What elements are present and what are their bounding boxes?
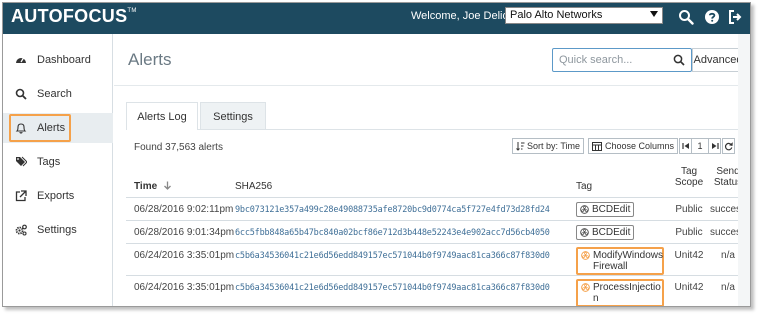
sha256-link[interactable]: c5b6a34536041c21e6d56edd849157ec571044b0… [235,283,550,293]
tab-label: Settings [213,110,253,123]
dashboard-icon [16,57,26,63]
sidebar-item-label: Dashboard [37,54,91,66]
sidebar-item-dashboard[interactable]: Dashboard [3,45,113,75]
organization-select[interactable]: Palo Alto Networks [505,7,663,24]
column-header-sha256[interactable]: SHA256 [235,181,272,192]
tag-scope: Unit42 [674,282,704,293]
refresh-button[interactable] [722,138,735,154]
search-icon [15,88,27,100]
tag-badge[interactable]: ProcessInjectio n [576,279,664,306]
sidebar-item-exports[interactable]: Exports [3,181,113,211]
page-title: Alerts [128,50,172,69]
choose-columns-button[interactable]: Choose Columns [588,138,679,154]
help-icon[interactable] [704,9,720,25]
sidebar-item-alerts[interactable]: Alerts [3,113,113,143]
tag-label: n [593,293,599,304]
alert-time: 06/28/2016 9:02:11pm [134,204,234,215]
sidebar-item-label: Tags [37,156,61,168]
alert-time: 06/24/2016 3:35:01pm [134,282,235,293]
tag-label: BCDEdit [592,227,631,238]
logout-icon[interactable] [727,9,743,25]
alert-time: 06/28/2016 9:01:34pm [134,227,235,238]
caret-down-icon [650,11,658,17]
column-header-tag-scope[interactable]: Tag Scope [669,166,709,188]
biohazard-icon [580,205,589,214]
arrow-down-icon [163,181,171,190]
table-row[interactable]: 06/28/2016 9:01:34pm 6cc5fbb848a65b47bc8… [126,220,750,243]
search-icon[interactable] [673,54,685,66]
top-bar: AUTOFOCUSTM Welcome, Joe Delio Palo Alto… [3,3,750,34]
sha256-link[interactable]: c5b6a34536041c21e6d56edd849157ec571044b0… [235,251,550,261]
search-icon[interactable] [678,9,694,25]
sort-button[interactable]: Sort by: Time [512,138,585,154]
refresh-icon [724,141,733,150]
sidebar-item-label: Exports [37,190,75,202]
organization-select-value: Palo Alto Networks [510,9,603,21]
tag-label: ModifyWindows [593,250,664,261]
advanced-button[interactable]: Advanced [692,48,744,72]
scrollbar[interactable] [738,34,750,306]
biohazard-icon [580,228,589,237]
first-page-icon [681,143,689,149]
tags-icon [16,156,27,167]
alert-time: 06/24/2016 3:35:01pm [134,250,235,261]
column-header-time[interactable]: Time [134,181,172,192]
sidebar: Dashboard Search Alerts Tags Exports Set… [3,34,113,306]
column-header-tag-scope-line: Scope [674,177,704,188]
sidebar-item-settings[interactable]: Settings [3,215,113,245]
sort-icon [516,142,525,151]
bell-icon [15,123,27,134]
cogs-icon [15,224,27,236]
tag-scope: Unit42 [674,250,704,261]
tab-divider [126,129,750,130]
choose-columns-label: Choose Columns [605,141,675,151]
external-link-icon [15,190,27,202]
tag-scope: Public [675,204,703,215]
tag-badge[interactable]: BCDEdit [576,225,635,240]
last-page-icon [711,143,719,149]
results-count: Found 37,563 alerts [134,142,223,153]
sidebar-item-label: Search [37,88,72,100]
column-header-tag-scope-line: Tag [680,166,698,177]
table-row[interactable]: 06/24/2016 3:35:01pm c5b6a34536041c21e6d… [126,275,750,306]
tag-label: ProcessInjectio [593,282,661,293]
table-row[interactable]: 06/24/2016 3:35:01pm c5b6a34536041c21e6d… [126,243,750,275]
tag-label: Firewall [593,261,628,272]
columns-icon [592,141,602,151]
tab-settings[interactable]: Settings [200,102,266,130]
tag-badge[interactable]: BCDEdit [576,202,635,217]
last-page-button[interactable] [708,138,721,154]
tab-alerts-log[interactable]: Alerts Log [126,102,198,130]
tag-label: BCDEdit [592,204,631,215]
column-header-time-label: Time [134,181,158,192]
tag-scope: Public [675,227,703,238]
sidebar-item-label: Settings [37,224,77,236]
main-content: Alerts Advanced Alerts Log Settings Foun… [114,34,750,306]
quick-search[interactable] [552,48,692,72]
tab-label: Alerts Log [137,110,187,123]
welcome-text: Welcome, Joe Delio [411,10,509,22]
alerts-panel: Alerts Log Settings Found 37,563 alerts … [126,102,750,306]
table-row[interactable]: 06/28/2016 9:02:11pm 9bc073121e357a499c2… [126,197,750,220]
sidebar-item-search[interactable]: Search [3,79,113,109]
header-divider [114,85,750,86]
app-logo[interactable]: AUTOFOCUSTM [11,6,137,27]
app-window: AUTOFOCUSTM Welcome, Joe Delio Palo Alto… [2,2,751,307]
biohazard-icon [581,283,590,292]
sha256-link[interactable]: 9bc073121e357a499c28e49088735afe8720bc9d… [235,205,550,215]
biohazard-icon [581,251,590,260]
quick-search-input[interactable] [559,52,669,68]
sidebar-item-label: Alerts [37,122,66,134]
sort-button-label: Sort by: Time [527,141,581,151]
tag-badge[interactable]: ModifyWindows Firewall [576,247,664,275]
column-header-tag[interactable]: Tag [576,181,592,192]
sidebar-item-tags[interactable]: Tags [3,147,113,177]
sha256-link[interactable]: 6cc5fbb848a65b47bc840a02bcf86e712d3b448e… [235,228,550,238]
page-number[interactable]: 1 [691,138,709,154]
